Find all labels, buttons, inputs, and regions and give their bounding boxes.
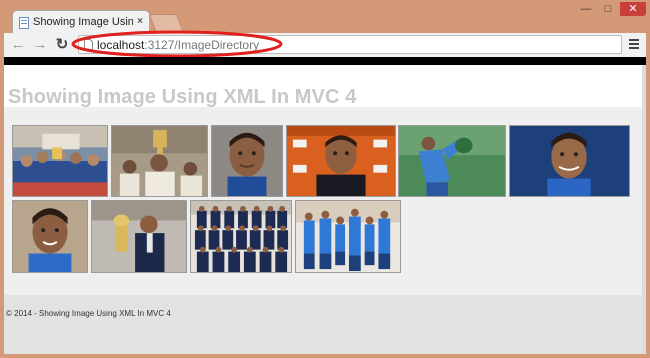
footer-copyright: © 2014 - Showing Image Using XML In MVC … — [6, 309, 171, 318]
page-footer: © 2014 - Showing Image Using XML In MVC … — [4, 295, 646, 354]
minimize-icon[interactable]: — — [576, 2, 596, 16]
title-bar: Showing Image Using XML In MVC 4 × — □ ✕ — [0, 0, 650, 34]
page-viewport: Showing Image Using XML In MVC 4 © 2014 … — [4, 57, 646, 354]
page-icon — [19, 17, 29, 29]
tab-title: Showing Image Using XML In MVC 4 — [33, 16, 133, 28]
gallery-image-6[interactable] — [509, 125, 630, 197]
gallery-image-1[interactable] — [12, 125, 108, 197]
gallery-image-7[interactable] — [12, 200, 88, 273]
vertical-scrollbar[interactable] — [642, 65, 646, 354]
gallery-image-5[interactable] — [398, 125, 506, 197]
new-tab-button[interactable] — [148, 14, 184, 31]
gallery-image-9[interactable] — [190, 200, 292, 273]
back-arrow-icon[interactable]: ← — [10, 37, 26, 53]
gallery-image-2[interactable] — [111, 125, 208, 197]
gallery-image-10[interactable] — [295, 200, 401, 273]
address-bar[interactable]: localhost:3127/ImageDirectory — [78, 35, 622, 54]
page-title: Showing Image Using XML In MVC 4 — [8, 86, 357, 108]
page-top-bar — [4, 57, 646, 65]
browser-tab[interactable]: Showing Image Using XML In MVC 4 × — [12, 10, 150, 34]
page-icon — [84, 39, 93, 50]
gallery-image-8[interactable] — [91, 200, 187, 273]
image-gallery — [4, 107, 646, 295]
address-url[interactable]: localhost:3127/ImageDirectory — [97, 38, 259, 52]
close-window-icon[interactable]: ✕ — [620, 2, 646, 16]
tab-close-icon[interactable]: × — [137, 16, 143, 27]
browser-toolbar: ← → ↻ localhost:3127/ImageDirectory — [4, 33, 646, 57]
forward-arrow-icon[interactable]: → — [32, 37, 48, 53]
gallery-image-3[interactable] — [211, 125, 283, 197]
hamburger-menu-icon[interactable] — [626, 37, 642, 53]
page-header: Showing Image Using XML In MVC 4 — [4, 65, 646, 121]
window-bottom-frame — [0, 354, 650, 358]
maximize-icon[interactable]: □ — [598, 2, 618, 16]
url-host: localhost — [97, 38, 145, 52]
url-path: :3127/ImageDirectory — [144, 38, 260, 52]
reload-icon[interactable]: ↻ — [54, 37, 70, 53]
gallery-image-4[interactable] — [286, 125, 396, 197]
